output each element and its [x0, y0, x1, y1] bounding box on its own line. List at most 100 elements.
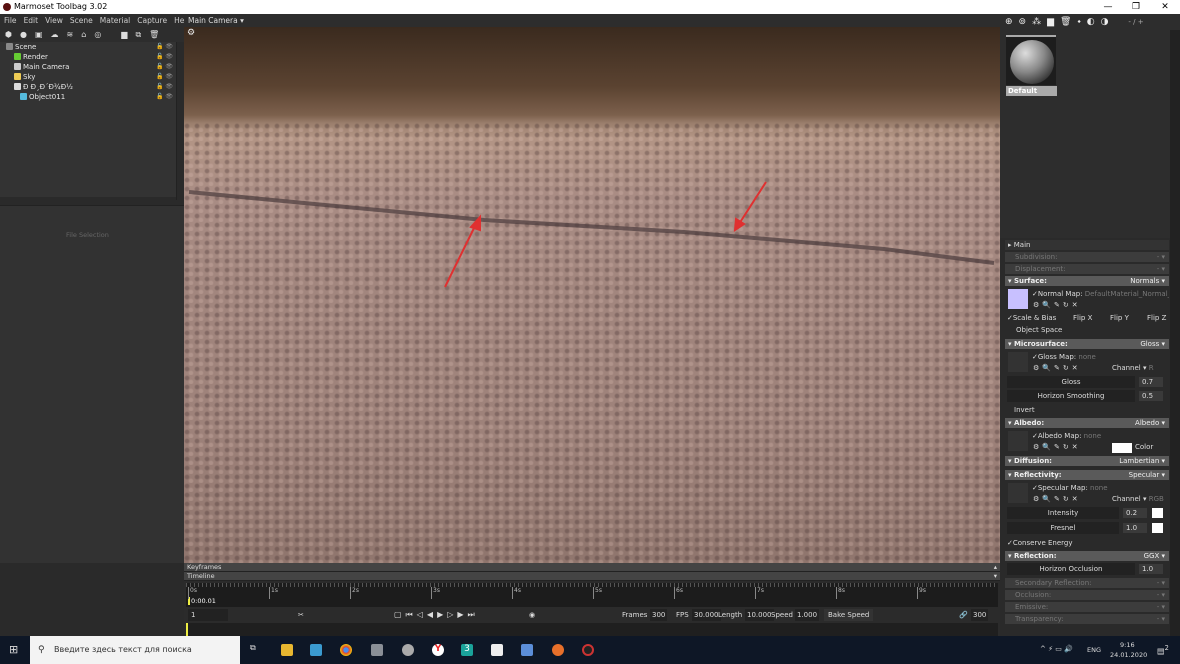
section-dropdown[interactable]: - ▾ — [1157, 578, 1165, 588]
flip-z-checkbox[interactable]: Flip Z — [1147, 312, 1166, 324]
viewport-settings-icon[interactable]: ⚙ — [187, 28, 195, 38]
fps-input[interactable]: 30.000 — [692, 609, 721, 621]
lock-visibility-icons[interactable]: 🔓 👁 — [156, 82, 173, 92]
menu-file[interactable]: File — [4, 14, 17, 27]
surface-dropdown[interactable]: Normals ▾ — [1130, 276, 1165, 286]
clock-date[interactable]: 24.01.2020 — [1110, 651, 1147, 659]
albedo-map-checkbox[interactable]: ✓Albedo Map: — [1032, 432, 1081, 440]
tree-scrollbar[interactable] — [176, 42, 184, 200]
keyframes-header[interactable]: Keyframes ▴ — [184, 563, 1000, 572]
specular-map-slot[interactable] — [1007, 482, 1029, 504]
material-name[interactable]: Default — [1006, 86, 1057, 96]
tree-item[interactable]: Sky 🔓 👁 — [0, 72, 176, 82]
folder-icon[interactable]: ▆ — [1047, 17, 1054, 27]
speed-input[interactable]: 1.000 — [795, 609, 820, 621]
chrome-icon[interactable] — [340, 644, 352, 656]
app-icon[interactable] — [371, 644, 383, 656]
tree-item[interactable]: Object011 🔓 👁 — [0, 92, 176, 102]
invert-checkbox[interactable]: Invert — [1014, 404, 1035, 416]
timeline-ruler[interactable]: 0:00.01 0s 1s 2s 3s 4s 5s 6s 7s 8s 9s — [186, 583, 998, 607]
intensity-value[interactable]: 0.2 — [1123, 508, 1147, 518]
section-dropdown[interactable]: - ▾ — [1157, 252, 1165, 262]
taskbar-search[interactable]: ⚲ Введите здесь текст для поиска — [30, 636, 240, 664]
fresnel-value[interactable]: 1.0 — [1123, 523, 1147, 533]
app-icon[interactable] — [310, 644, 322, 656]
material-page[interactable]: - / + — [1128, 18, 1143, 26]
minimize-button[interactable]: — — [1098, 0, 1118, 14]
marmoset-icon[interactable] — [582, 644, 594, 656]
timeline-header[interactable]: Timeline ▾ — [184, 572, 1000, 581]
checker-icon[interactable]: ⁂ — [1032, 17, 1041, 27]
assign-icon[interactable]: ⬩ — [1077, 17, 1080, 27]
horizon-occlusion-value[interactable]: 1.0 — [1139, 564, 1163, 574]
map-actions[interactable]: ⚙🔍✎↻✕ — [1033, 299, 1081, 311]
conserve-energy-checkbox[interactable]: ✓Conserve Energy — [1007, 537, 1073, 549]
language-indicator[interactable]: ENG — [1087, 646, 1101, 654]
section-albedo[interactable]: ▾ Albedo: Albedo ▾ — [1005, 418, 1169, 428]
section-microsurface[interactable]: ▾ Microsurface: Gloss ▾ — [1005, 339, 1169, 349]
flip-y-checkbox[interactable]: Flip Y — [1110, 312, 1129, 324]
section-diffusion[interactable]: ▾ Diffusion: Lambertian ▾ — [1005, 456, 1169, 466]
section-surface[interactable]: ▾ Surface: Normals ▾ — [1005, 276, 1169, 286]
notification-icon[interactable]: ▤2 — [1157, 644, 1169, 656]
lock-visibility-icons[interactable]: 🔓 👁 — [156, 42, 173, 52]
add-material-icon[interactable]: ⊕ — [1005, 17, 1013, 27]
section-displacement[interactable]: Displacement: - ▾ — [1005, 264, 1169, 274]
add-mesh-icon[interactable]: ⬢ — [5, 30, 12, 39]
scale-bias-checkbox[interactable]: ✓Scale & Bias — [1007, 312, 1056, 324]
gloss-map-checkbox[interactable]: ✓Gloss Map: — [1032, 353, 1076, 361]
zbrush-icon[interactable] — [491, 644, 503, 656]
bake-speed-button[interactable]: Bake Speed — [824, 609, 874, 621]
eyedropper-icon[interactable]: ◑ — [1101, 17, 1109, 27]
add-shadow-icon[interactable]: ≋ — [67, 30, 74, 39]
scissors-icon[interactable]: ✂ — [298, 608, 304, 622]
properties-scrollbar[interactable] — [1170, 30, 1180, 636]
gloss-map-slot[interactable] — [1007, 351, 1029, 373]
close-button[interactable]: ✕ — [1155, 0, 1175, 14]
delete-icon[interactable]: 🗑 — [1060, 17, 1071, 27]
delete-icon[interactable]: 🗑 — [149, 30, 159, 39]
viewport[interactable]: ⚙ — [184, 27, 1000, 563]
length-input[interactable]: 10.000 — [745, 609, 774, 621]
intensity-slider[interactable]: Intensity 0.2 — [1005, 507, 1169, 521]
albedo-map-slot[interactable] — [1007, 430, 1029, 452]
pick-material-icon[interactable]: ◐ — [1087, 17, 1095, 27]
map-actions[interactable]: ⚙🔍✎↻✕ — [1033, 362, 1081, 374]
menu-material[interactable]: Material — [100, 14, 130, 27]
duplicate-icon[interactable]: ⧉ — [135, 30, 141, 40]
map-actions[interactable]: ⚙🔍✎↻✕ — [1033, 493, 1081, 505]
material-thumbnail[interactable] — [1006, 35, 1056, 85]
frames-input[interactable]: 300 — [650, 609, 668, 621]
map-actions[interactable]: ⚙🔍✎↻✕ — [1033, 441, 1081, 453]
app-icon[interactable] — [521, 644, 533, 656]
albedo-dropdown[interactable]: Albedo ▾ — [1135, 418, 1165, 428]
tree-item[interactable]: Main Camera 🔓 👁 — [0, 62, 176, 72]
lock-visibility-icons[interactable]: 🔓 👁 — [156, 52, 173, 62]
menu-view[interactable]: View — [45, 14, 63, 27]
horizon-smoothing-value[interactable]: 0.5 — [1139, 391, 1163, 401]
reflectivity-dropdown[interactable]: Specular ▾ — [1129, 470, 1165, 480]
microsurface-dropdown[interactable]: Gloss ▾ — [1140, 339, 1165, 349]
clock-time[interactable]: 9:16 — [1120, 641, 1135, 649]
specular-map-checkbox[interactable]: ✓Specular Map: — [1032, 484, 1088, 492]
keyframe-track[interactable] — [186, 623, 998, 636]
gloss-slider[interactable]: Gloss 0.7 — [1005, 376, 1169, 389]
reflection-dropdown[interactable]: GGX ▾ — [1144, 551, 1165, 561]
channel-dropdown[interactable]: Channel ▾ — [1112, 495, 1146, 503]
tree-item[interactable]: Render 🔓 👁 — [0, 52, 176, 62]
section-reflectivity[interactable]: ▾ Reflectivity: Specular ▾ — [1005, 470, 1169, 480]
flip-x-checkbox[interactable]: Flip X — [1073, 312, 1092, 324]
lock-visibility-icons[interactable]: 🔓 👁 — [156, 72, 173, 82]
yandex-icon[interactable]: Y — [432, 644, 444, 656]
camera-select[interactable]: Main Camera ▾ — [188, 16, 244, 25]
normal-map-checkbox[interactable]: ✓Normal Map: — [1032, 290, 1083, 298]
windows-start-icon[interactable]: ⊞ — [9, 643, 18, 656]
section-secondary-reflection[interactable]: Secondary Reflection: - ▾ — [1005, 578, 1169, 588]
add-light-icon[interactable]: ● — [20, 30, 27, 39]
section-occlusion[interactable]: Occlusion: - ▾ — [1005, 590, 1169, 600]
menu-scene[interactable]: Scene — [70, 14, 93, 27]
3dsmax-icon[interactable]: 3 — [461, 644, 473, 656]
object-space-checkbox[interactable]: Object Space — [1016, 324, 1062, 336]
diffusion-dropdown[interactable]: Lambertian ▾ — [1119, 456, 1165, 466]
transport-buttons[interactable]: ▢⏮◁◀▶▷▶⏭ — [394, 608, 479, 622]
